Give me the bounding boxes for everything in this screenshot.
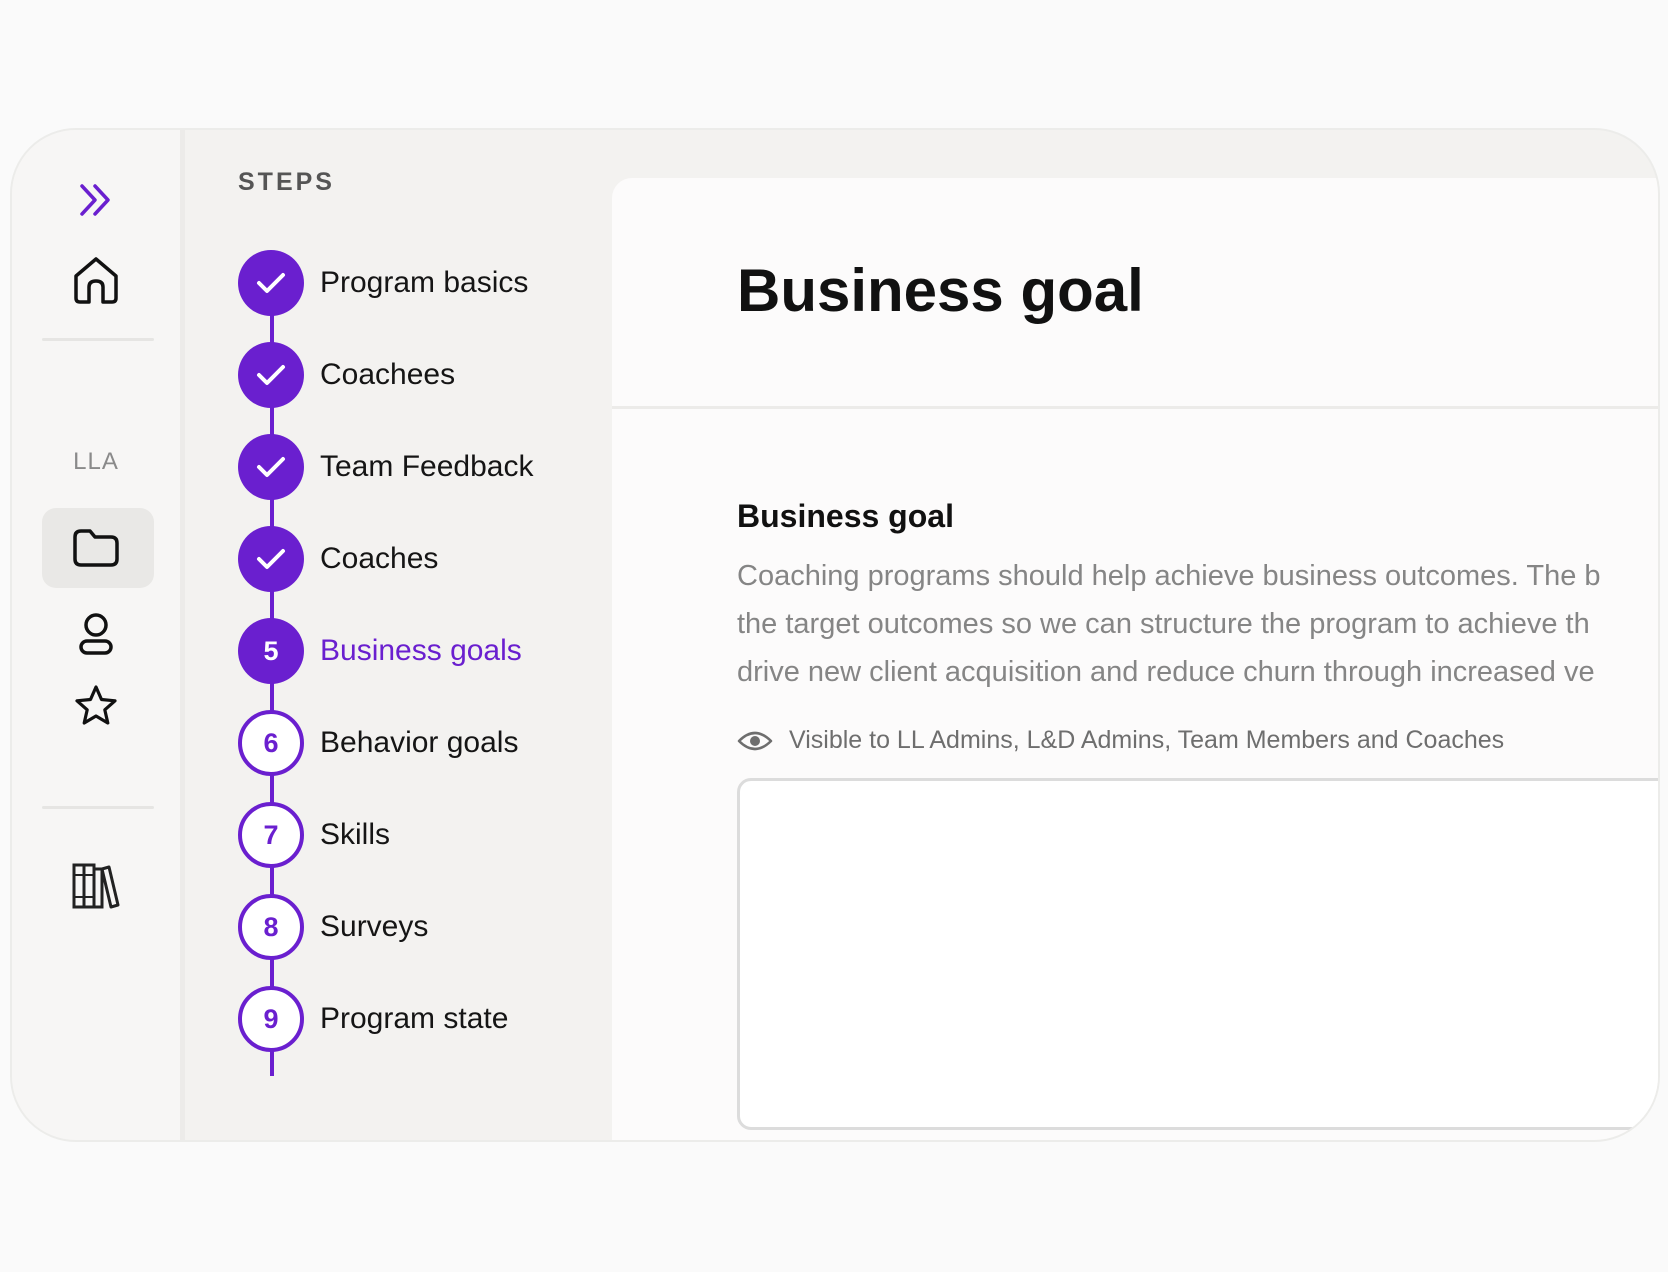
library-button[interactable] xyxy=(64,854,128,918)
folder-icon xyxy=(73,529,119,567)
eye-icon xyxy=(737,731,773,750)
rail-section-label: LLA xyxy=(73,448,119,475)
page-title: Business goal xyxy=(737,257,1144,324)
home-button[interactable] xyxy=(66,250,126,310)
section-description: Coaching programs should help achieve bu… xyxy=(737,552,1658,696)
checkmark-icon xyxy=(257,457,285,477)
favorites-button[interactable] xyxy=(66,676,126,736)
step-skills[interactable]: 7 Skills xyxy=(238,802,390,868)
app-window: LLA STEPS Program basics Coachees Team F… xyxy=(10,128,1660,1142)
library-icon xyxy=(72,863,120,909)
step-complete-marker xyxy=(238,526,304,592)
rail-divider-bottom xyxy=(42,806,154,809)
description-line: drive new client acquisition and reduce … xyxy=(737,656,1595,688)
step-number-marker: 6 xyxy=(238,710,304,776)
user-icon xyxy=(79,613,113,655)
section-heading: Business goal xyxy=(737,498,954,534)
step-program-basics[interactable]: Program basics xyxy=(238,250,528,316)
step-number-marker: 9 xyxy=(238,986,304,1052)
step-team-feedback[interactable]: Team Feedback xyxy=(238,434,533,500)
step-number-marker: 7 xyxy=(238,802,304,868)
step-complete-marker xyxy=(238,342,304,408)
star-icon xyxy=(75,685,117,725)
step-program-state[interactable]: 9 Program state xyxy=(238,986,508,1052)
checkmark-icon xyxy=(257,549,285,569)
step-surveys[interactable]: 8 Surveys xyxy=(238,894,428,960)
step-number-marker: 8 xyxy=(238,894,304,960)
step-label: Surveys xyxy=(320,910,429,943)
step-label: Program state xyxy=(320,1002,509,1035)
visibility-note: Visible to LL Admins, L&D Admins, Team M… xyxy=(737,726,1504,755)
step-label: Skills xyxy=(320,818,391,851)
step-coaches[interactable]: Coaches xyxy=(238,526,438,592)
rail-divider xyxy=(42,338,154,341)
icon-rail: LLA xyxy=(12,130,185,1140)
expand-sidebar-button[interactable] xyxy=(70,174,122,226)
step-label: Business goals xyxy=(320,634,522,667)
profile-button[interactable] xyxy=(66,604,126,664)
programs-folder-button[interactable] xyxy=(66,518,126,578)
steps-heading: STEPS xyxy=(238,168,335,196)
business-goal-input[interactable] xyxy=(737,778,1658,1130)
step-behavior-goals[interactable]: 6 Behavior goals xyxy=(238,710,518,776)
step-complete-marker xyxy=(238,250,304,316)
step-label: Coachees xyxy=(320,358,456,391)
checkmark-icon xyxy=(257,273,285,293)
description-line: the target outcomes so we can structure … xyxy=(737,608,1590,640)
step-label: Program basics xyxy=(320,266,529,299)
content-panel: Business goal Business goal Coaching pro… xyxy=(612,178,1658,1140)
home-icon xyxy=(74,257,118,304)
checkmark-icon xyxy=(257,365,285,385)
double-chevron-right-icon xyxy=(80,184,110,216)
step-label: Coaches xyxy=(320,542,439,575)
visibility-text: Visible to LL Admins, L&D Admins, Team M… xyxy=(789,726,1505,754)
step-label: Team Feedback xyxy=(320,450,534,483)
header-divider xyxy=(612,406,1658,409)
step-coachees[interactable]: Coachees xyxy=(238,342,455,408)
step-number-marker: 5 xyxy=(238,618,304,684)
step-label: Behavior goals xyxy=(320,726,519,759)
step-business-goals[interactable]: 5 Business goals xyxy=(238,618,522,684)
step-complete-marker xyxy=(238,434,304,500)
description-line: Coaching programs should help achieve bu… xyxy=(737,560,1601,592)
